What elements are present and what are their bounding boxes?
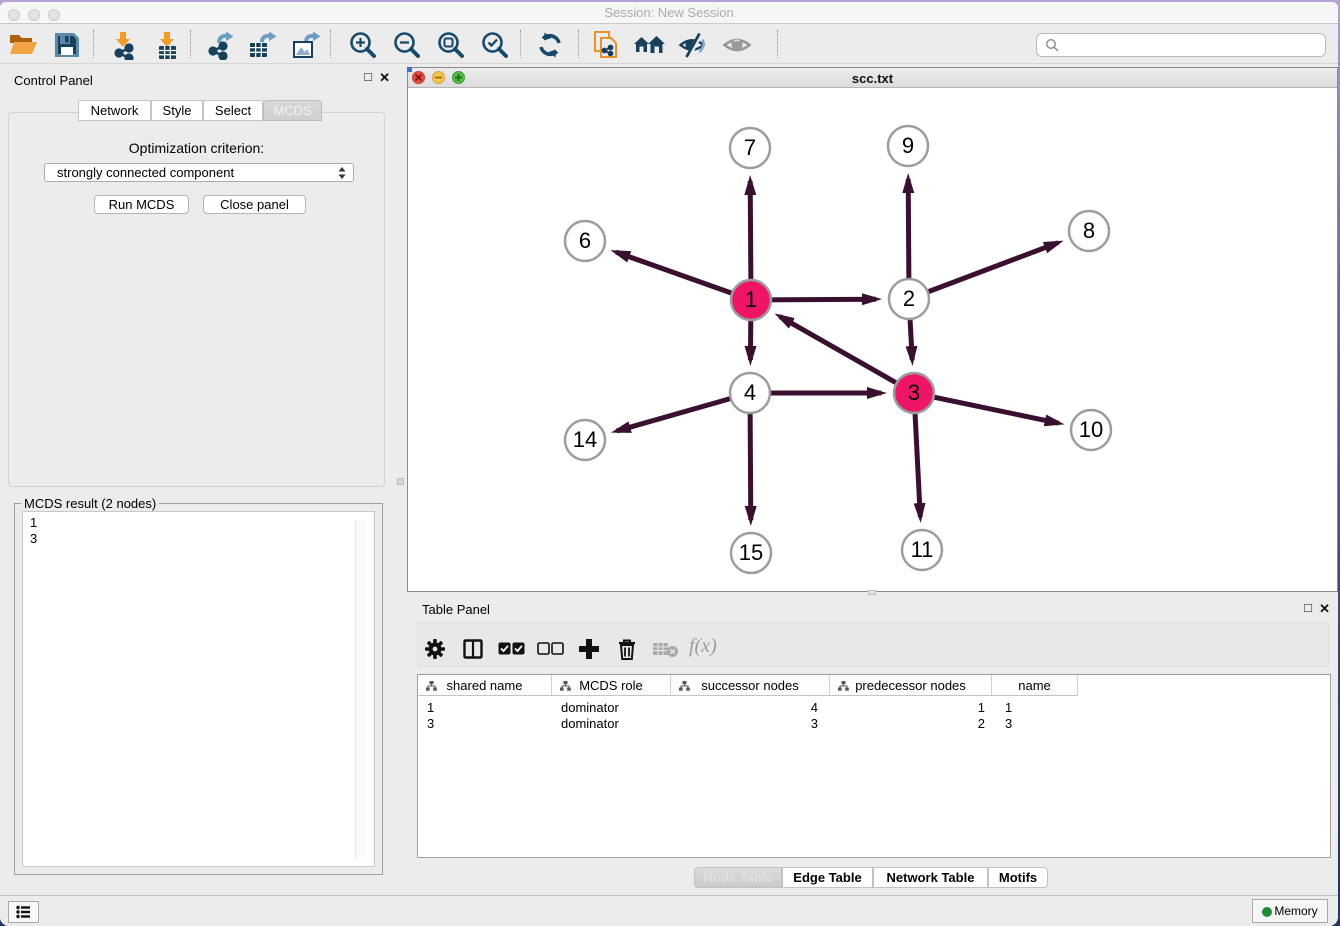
- svg-text:14: 14: [573, 427, 597, 452]
- svg-text:1: 1: [745, 287, 757, 312]
- svg-text:6: 6: [579, 228, 591, 253]
- svg-text:11: 11: [911, 537, 934, 562]
- svg-text:9: 9: [902, 133, 914, 158]
- svg-text:10: 10: [1079, 417, 1103, 442]
- svg-text:4: 4: [744, 380, 756, 405]
- svg-text:15: 15: [739, 540, 763, 565]
- svg-text:7: 7: [744, 135, 756, 160]
- svg-text:3: 3: [908, 380, 920, 405]
- svg-text:2: 2: [903, 286, 915, 311]
- svg-text:8: 8: [1083, 218, 1095, 243]
